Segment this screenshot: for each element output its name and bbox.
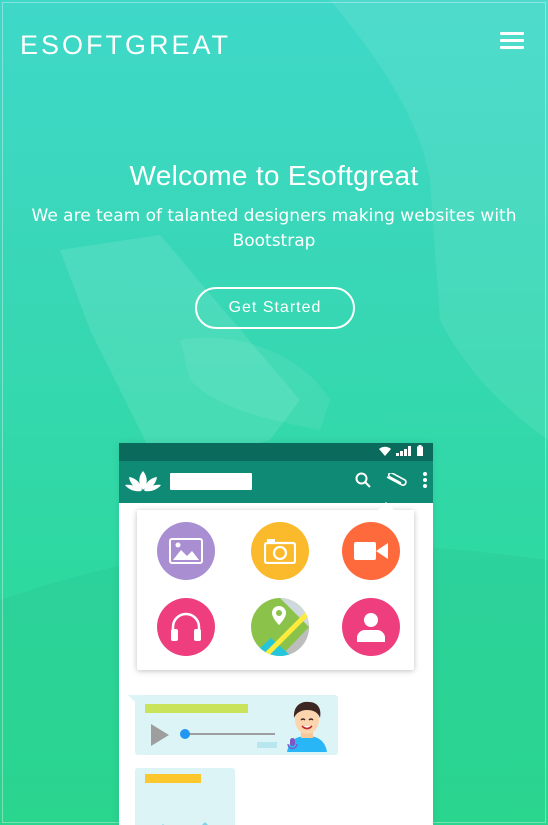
gallery-icon[interactable]: [157, 522, 215, 580]
hero-subtitle: We are team of talanted designers making…: [31, 206, 517, 251]
phone-status-bar: [119, 443, 433, 461]
lotus-icon: [125, 471, 161, 492]
app-title-placeholder: [170, 473, 252, 490]
more-vert-icon[interactable]: [423, 472, 427, 488]
hero-section: Welcome to Esoftgreat We are team of tal…: [0, 160, 548, 254]
attachment-popup: [137, 502, 414, 670]
get-started-button[interactable]: Get Started: [195, 287, 355, 329]
site-logo[interactable]: ESOFTGREAT: [20, 30, 231, 61]
hamburger-menu-icon[interactable]: [500, 32, 524, 52]
phone-mockup: [119, 443, 433, 825]
video-icon[interactable]: [342, 522, 400, 580]
hero-title: Welcome to Esoftgreat: [129, 160, 419, 191]
image-message-bubble: [135, 768, 235, 825]
voice-message-bubble: [128, 695, 338, 755]
message-text-placeholder: [145, 774, 201, 783]
headphones-icon[interactable]: [157, 598, 215, 656]
wifi-icon: [379, 446, 391, 456]
battery-icon: [417, 445, 423, 456]
search-icon[interactable]: [355, 472, 371, 488]
paperclip-icon[interactable]: [385, 473, 409, 487]
signal-icon: [396, 445, 411, 456]
audio-duration-placeholder: [257, 742, 277, 748]
site-header: ESOFTGREAT: [0, 0, 548, 90]
contact-icon[interactable]: [342, 598, 400, 656]
avatar: [287, 701, 327, 752]
location-icon[interactable]: [251, 598, 309, 656]
image-thumbnail-icon: [162, 822, 208, 825]
play-icon[interactable]: [151, 724, 169, 746]
audio-progress-track[interactable]: [185, 733, 275, 735]
audio-progress-knob[interactable]: [180, 729, 190, 739]
message-text-placeholder: [145, 704, 248, 713]
camera-icon[interactable]: [251, 522, 309, 580]
phone-app-bar: [119, 461, 433, 503]
